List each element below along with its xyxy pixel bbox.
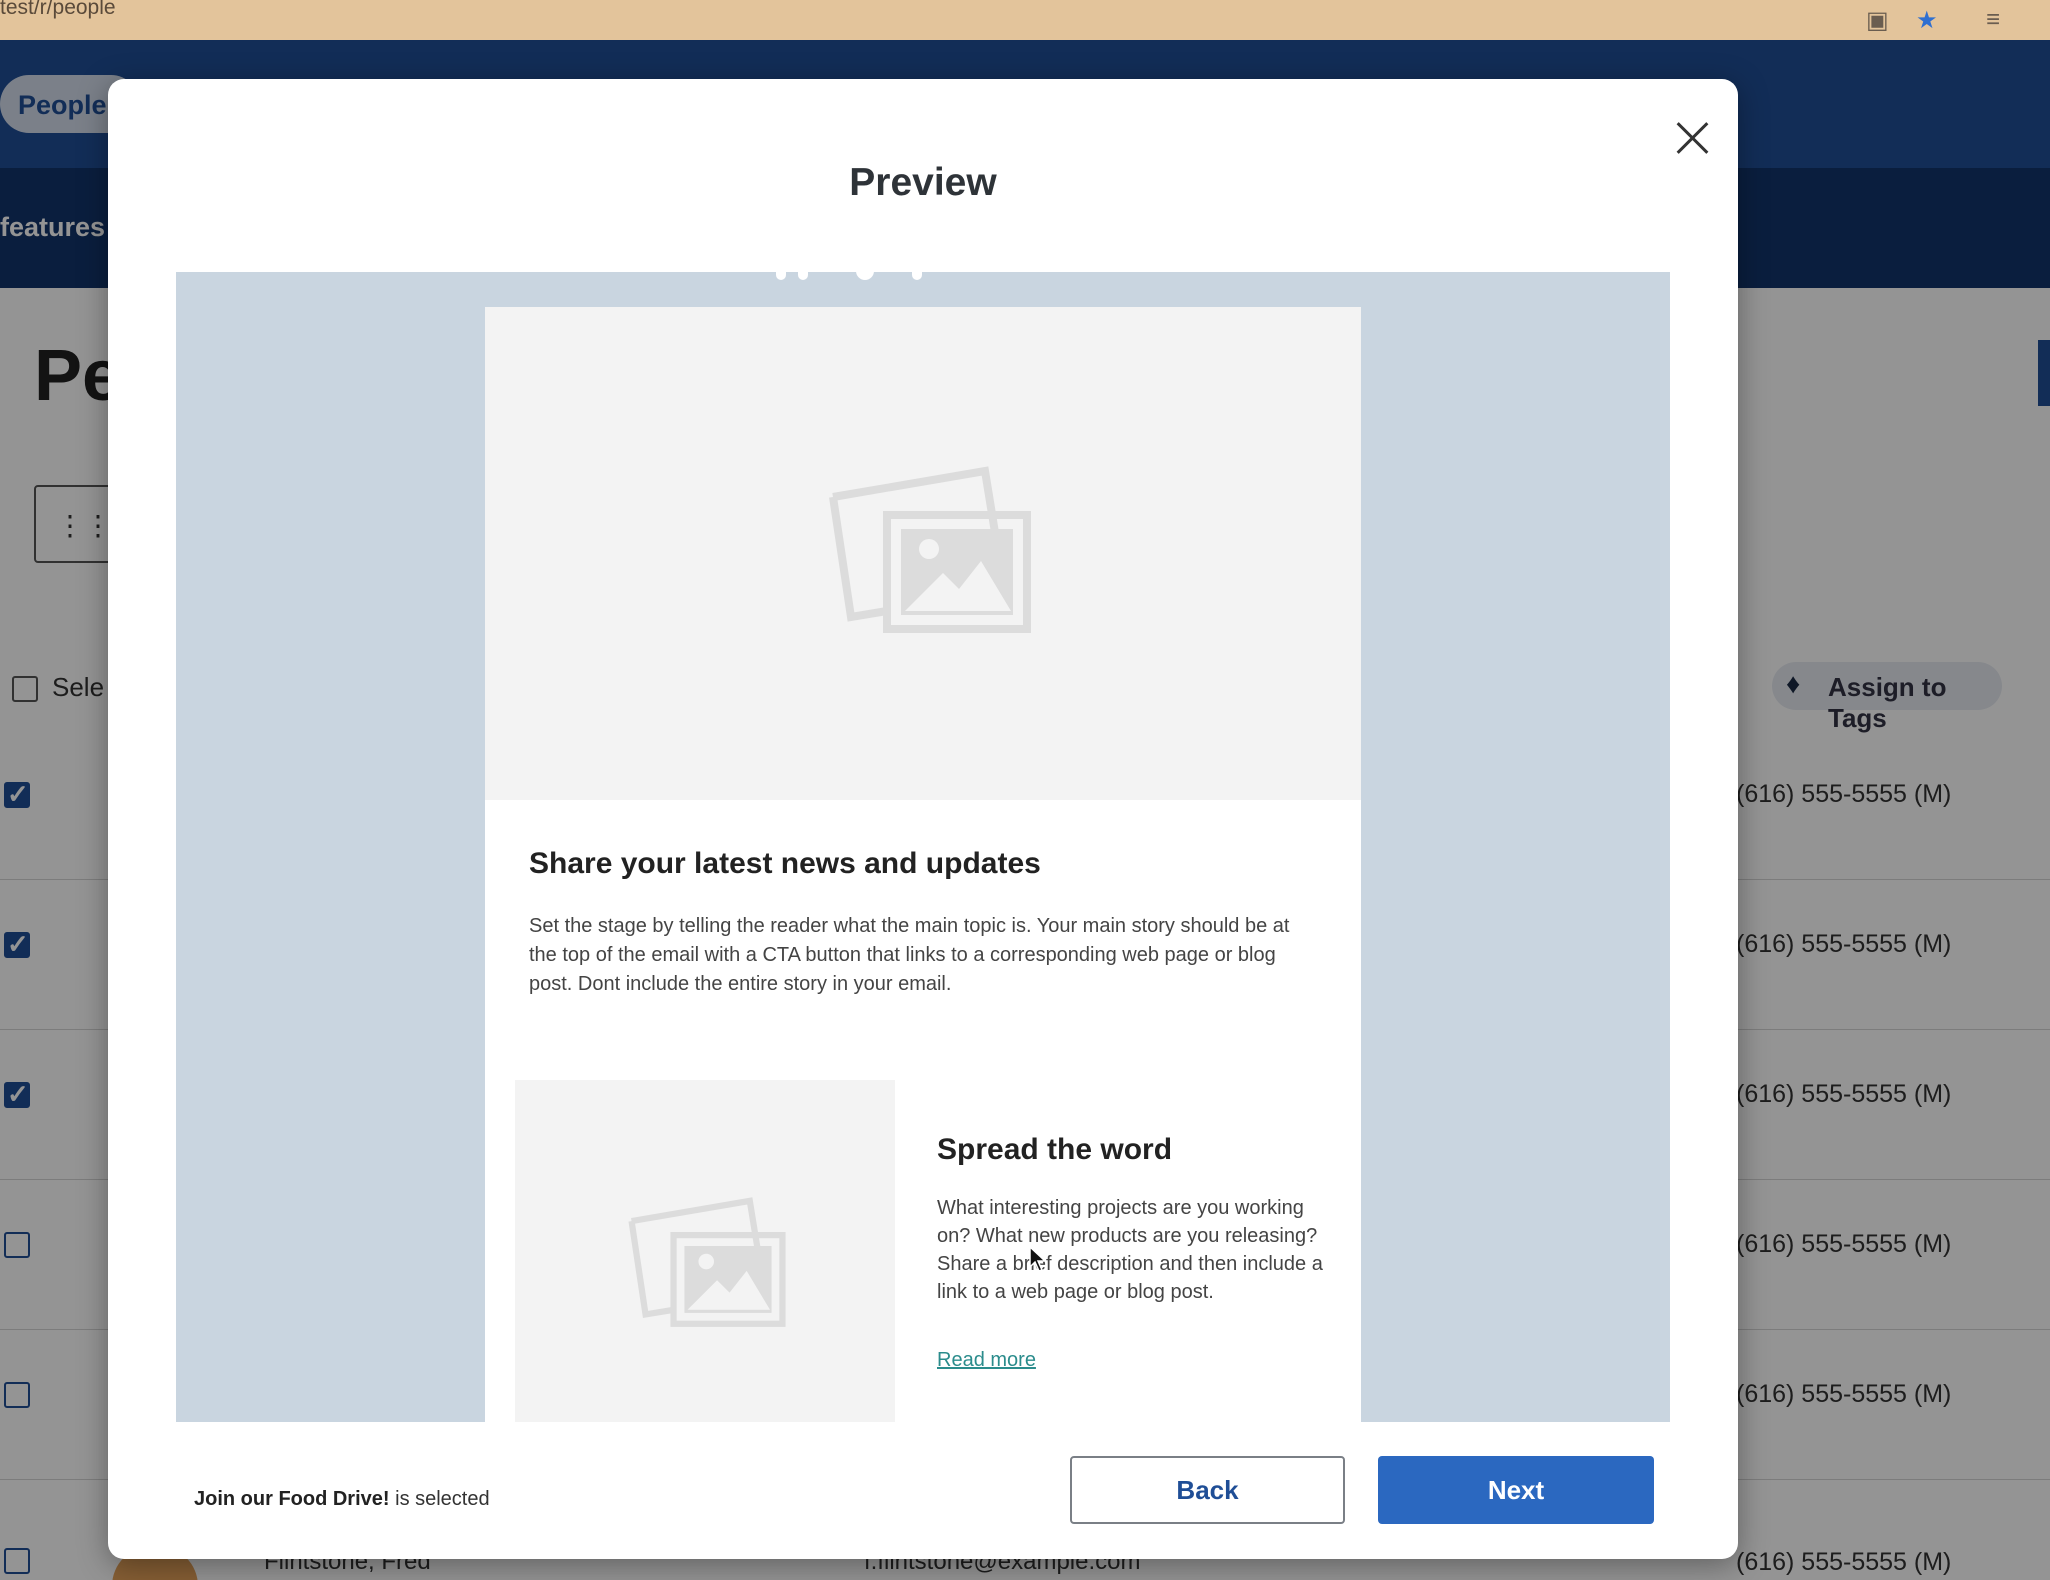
preview-modal: Preview Share your latest news and updat…	[108, 79, 1738, 1559]
mouse-cursor-icon	[1029, 1245, 1047, 1272]
back-button[interactable]: Back	[1070, 1456, 1345, 1524]
email-template: Share your latest news and updates Set t…	[485, 307, 1361, 1422]
next-button[interactable]: Next	[1378, 1456, 1654, 1524]
modal-title: Preview	[849, 161, 997, 204]
selected-template-name: Join our Food Drive!	[194, 1488, 390, 1510]
hero-image-placeholder	[485, 307, 1361, 800]
bookmark-star-icon[interactable]: ★	[1916, 6, 1938, 35]
share-icon[interactable]: ▣	[1866, 6, 1889, 35]
browser-address-bar: test/r/people ▣ ★ ≡	[0, 0, 2050, 40]
image-placeholder-icon	[829, 466, 1031, 633]
selection-status: Join our Food Drive! is selected	[194, 1488, 490, 1511]
read-more-link[interactable]: Read more	[937, 1349, 1036, 1372]
close-icon[interactable]	[1670, 115, 1716, 161]
image-placeholder-icon	[628, 1197, 786, 1327]
url-text[interactable]: test/r/people	[0, 0, 116, 20]
selected-suffix: is selected	[389, 1488, 490, 1510]
secondary-image-placeholder	[515, 1080, 895, 1422]
email-subheading: Spread the word	[937, 1133, 1173, 1166]
email-body-text: Set the stage by telling the reader what…	[529, 915, 1290, 995]
email-sub-text: What interesting projects are you workin…	[937, 1197, 1323, 1303]
email-headline: Share your latest news and updates	[529, 847, 1041, 880]
logo-image	[776, 272, 976, 284]
playlist-icon[interactable]: ≡	[1986, 6, 2000, 34]
email-preview-area[interactable]: Share your latest news and updates Set t…	[176, 272, 1670, 1422]
